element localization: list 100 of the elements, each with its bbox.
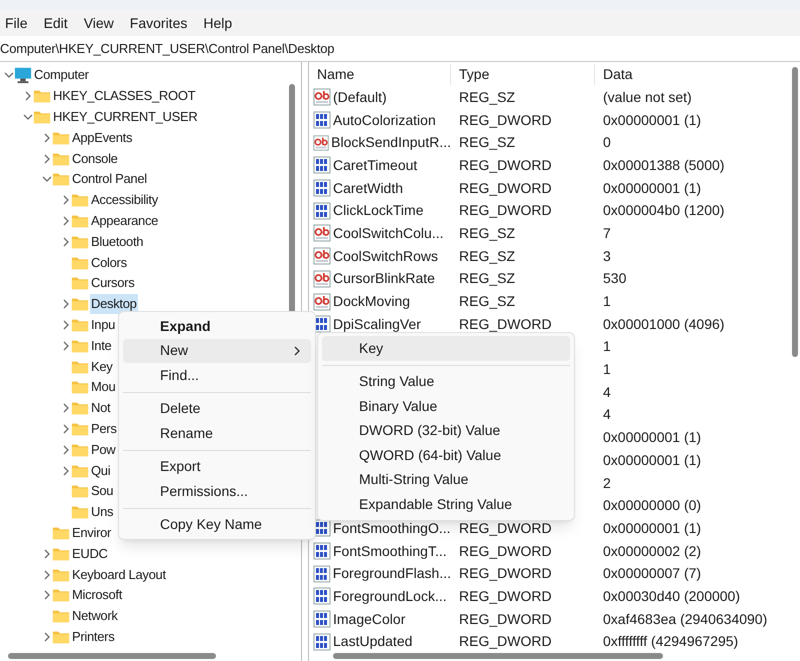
menu-item[interactable]: Binary Value: [322, 394, 570, 418]
tree-item[interactable]: Computer: [4, 65, 90, 86]
table-cell-text: ForegroundFlash...: [332, 564, 451, 584]
table-cell: 0x00000001 (1): [603, 429, 702, 446]
scrollbar-thumb[interactable]: [792, 67, 798, 357]
chevron-down-icon[interactable]: [23, 112, 33, 122]
chevron-right-icon[interactable]: [42, 590, 52, 600]
table-cell: REG_DWORD: [459, 316, 552, 332]
menu-item[interactable]: DWORD (32-bit) Value: [322, 418, 570, 443]
chevron-right-icon[interactable]: [61, 299, 71, 310]
chevron-right-icon[interactable]: [61, 195, 71, 206]
tree-item[interactable]: Enviror: [42, 522, 112, 544]
string-value-icon: [313, 88, 331, 106]
menu-item[interactable]: Delete: [123, 396, 311, 421]
chevron-right-icon[interactable]: [23, 91, 33, 102]
table-cell-text: CaretWidth: [333, 178, 404, 198]
menu-item[interactable]: String Value: [322, 370, 570, 394]
table-cell: REG_DWORD: [459, 112, 552, 128]
chevron-right-icon[interactable]: [42, 632, 52, 642]
tree-item[interactable]: Pow: [61, 439, 116, 460]
tree-item[interactable]: Inte: [61, 335, 112, 356]
address-bar[interactable]: Computer\HKEY_CURRENT_USER\Control Panel\Desktop: [0, 38, 334, 58]
chevron-right-icon[interactable]: [61, 444, 71, 455]
chevron-right-icon[interactable]: [61, 216, 71, 226]
folder-icon: [52, 608, 70, 624]
menu-item[interactable]: Expand: [123, 314, 311, 338]
column-header[interactable]: Name: [309, 64, 451, 84]
tree-item[interactable]: Inpu: [61, 314, 116, 336]
chevron-right-icon[interactable]: [61, 403, 71, 414]
tree-item[interactable]: Sou: [61, 480, 114, 502]
table-cell: 0x00000001 (1): [603, 520, 702, 536]
folder-icon: [52, 150, 70, 167]
tree-item[interactable]: HKEY_CLASSES_ROOT: [23, 86, 196, 107]
chevron-right-icon[interactable]: [61, 424, 71, 434]
column-header[interactable]: Type: [451, 64, 595, 84]
menu-item[interactable]: Expandable String Value: [322, 492, 570, 516]
menu-item[interactable]: Export: [123, 454, 311, 479]
binary-value-icon: [313, 156, 331, 174]
tree-item[interactable]: Not: [61, 398, 112, 419]
menu-item[interactable]: Help: [195, 12, 240, 34]
tree-item[interactable]: Uns: [61, 502, 114, 523]
scrollbar-thumb[interactable]: [333, 653, 663, 659]
table-cell: 0x00000000 (0): [603, 497, 702, 514]
menu-item[interactable]: View: [76, 12, 122, 34]
folder-icon: [52, 130, 70, 146]
menu-item[interactable]: Multi-String Value: [322, 468, 570, 492]
folder-icon: [71, 338, 89, 354]
tree-item[interactable]: HKEY_CURRENT_USER: [23, 106, 198, 128]
chevron-right-icon[interactable]: [42, 132, 52, 143]
table-cell: REG_SZ: [459, 134, 516, 150]
tree-item[interactable]: Mou: [61, 376, 116, 398]
tree-item[interactable]: Appearance: [61, 210, 160, 232]
chevron-down-icon[interactable]: [42, 174, 52, 184]
tree-item[interactable]: Keyboard Layout: [42, 564, 167, 585]
tree-item[interactable]: Network: [42, 606, 119, 627]
scrollbar-thumb[interactable]: [8, 653, 216, 659]
menu-item[interactable]: Copy Key Name: [123, 512, 311, 537]
menu-item[interactable]: Rename: [123, 421, 311, 446]
chevron-right-icon[interactable]: [61, 466, 71, 476]
tree-item[interactable]: Bluetooth: [61, 231, 144, 252]
string-value-icon: [313, 270, 331, 288]
menu-item[interactable]: Edit: [36, 12, 76, 34]
chevron-down-icon[interactable]: [4, 70, 14, 80]
table-cell: REG_DWORD: [459, 542, 552, 559]
tree-item[interactable]: EUDC: [42, 543, 109, 564]
tree-item[interactable]: Pers: [61, 418, 118, 440]
chevron-right-icon[interactable]: [61, 320, 71, 330]
menu-item[interactable]: Find...: [123, 363, 311, 388]
folder-icon: [71, 462, 89, 479]
table-cell: 1: [603, 338, 611, 354]
tree-item[interactable]: Control Panel: [42, 168, 148, 190]
menu-item[interactable]: File: [0, 12, 36, 34]
chevron-right-icon[interactable]: [42, 154, 52, 164]
computer-icon: [14, 66, 32, 84]
menu-item[interactable]: Key: [322, 336, 570, 360]
menu-item[interactable]: New: [123, 338, 311, 363]
tree-item[interactable]: Console: [42, 148, 119, 169]
tree-item[interactable]: AppEvents: [42, 127, 134, 148]
menu-item[interactable]: QWORD (64-bit) Value: [322, 443, 570, 468]
tree-item[interactable]: Colors: [61, 252, 128, 273]
folder-icon: [52, 171, 70, 188]
tree-item[interactable]: Key: [61, 356, 114, 377]
chevron-right-icon[interactable]: [42, 570, 52, 580]
table-cell: 0x000004b0 (1200): [603, 202, 724, 218]
menu-item[interactable]: Permissions...: [123, 479, 311, 504]
menu-item[interactable]: Favorites: [122, 12, 196, 34]
folder-icon: [71, 504, 89, 520]
chevron-right-icon[interactable]: [42, 548, 52, 559]
tree-item[interactable]: Microsoft: [42, 584, 124, 606]
tree-item[interactable]: Cursors: [61, 272, 136, 294]
column-header[interactable]: Data: [595, 64, 800, 84]
chevron-right-icon[interactable]: [61, 340, 71, 351]
tree-item[interactable]: Qui: [61, 460, 112, 481]
chevron-right-icon[interactable]: [61, 236, 71, 247]
table-cell-text: CoolSwitchRows: [333, 246, 438, 266]
table-cell-text: LastUpdated: [333, 632, 412, 652]
tree-item[interactable]: Printers: [42, 626, 116, 648]
table-cell: REG_DWORD: [459, 588, 552, 604]
table-cell: 0x00000001 (1): [603, 112, 702, 128]
tree-item[interactable]: Accessibility: [61, 190, 159, 211]
